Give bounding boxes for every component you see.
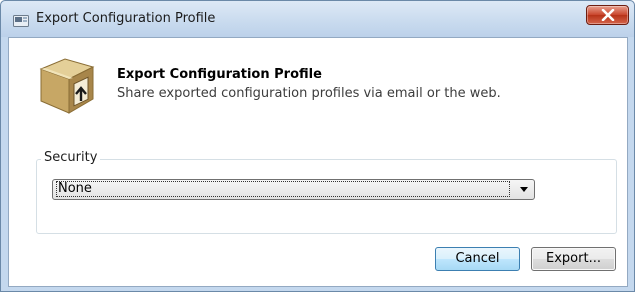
dialog-body: Export Configuration Profile Share expor… xyxy=(8,37,628,287)
cancel-button[interactable]: Cancel xyxy=(435,247,520,271)
header-subtitle: Share exported configuration profiles vi… xyxy=(117,86,501,101)
security-groupbox: Security None xyxy=(36,150,617,234)
app-icon xyxy=(13,13,29,27)
chevron-down-icon xyxy=(520,187,528,192)
export-box-icon xyxy=(35,53,99,121)
security-dropdown[interactable]: None xyxy=(52,179,535,200)
export-button[interactable]: Export... xyxy=(531,247,616,271)
close-button[interactable] xyxy=(586,5,629,25)
close-icon xyxy=(601,9,615,21)
window-title: Export Configuration Profile xyxy=(36,11,216,26)
header-title: Export Configuration Profile xyxy=(117,67,322,82)
title-bar[interactable]: Export Configuration Profile xyxy=(1,1,634,37)
dialog-window: Export Configuration Profile Export Conf… xyxy=(0,0,635,292)
security-group-label: Security xyxy=(41,150,101,165)
security-dropdown-value: None xyxy=(56,181,510,197)
